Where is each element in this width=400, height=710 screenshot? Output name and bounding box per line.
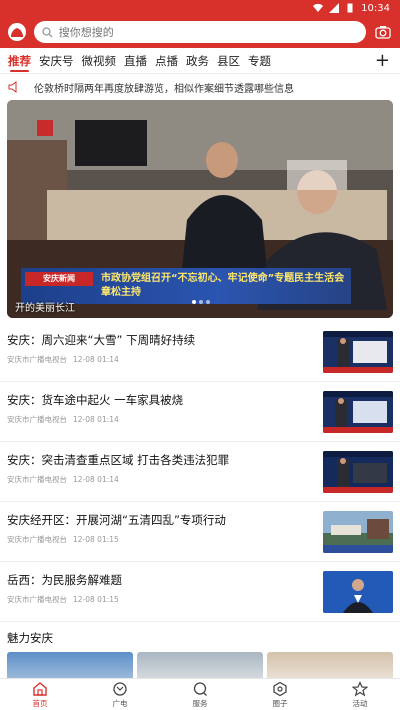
banner-carousel[interactable]: 安庆新闻 市政协党组召开“不忘初心、牢记使命”专题民主生活会 章松主持 开的美丽…: [7, 100, 393, 318]
section-card[interactable]: [267, 652, 393, 678]
speaker-icon: [8, 81, 17, 93]
section-card[interactable]: [137, 652, 263, 678]
news-item[interactable]: 安庆：周六迎来“大雪” 下周晴好持续 安庆市广播电视台 12-08 01:14: [0, 322, 400, 382]
news-ticker[interactable]: 伦敦桥时隔两年再度放肆游览，相似作案细节透露哪些信息: [0, 76, 400, 98]
section-title: 魅力安庆: [7, 631, 53, 645]
bottom-nav: 首页 广电 服务 圈子 活动: [0, 678, 400, 710]
circle-icon: [273, 681, 287, 696]
carousel-indicator: [192, 300, 210, 304]
news-source: 安庆市广播电视台: [7, 595, 67, 604]
nav-service[interactable]: 服务: [160, 679, 240, 710]
news-title: 安庆经开区：开展河湖“五清四乱”专项行动: [7, 513, 226, 527]
news-time: 12-08 01:15: [73, 535, 119, 544]
camera-icon: [375, 26, 391, 39]
news-source: 安庆市广播电视台: [7, 475, 67, 484]
nav-label: 广电: [112, 698, 128, 708]
news-thumbnail: [323, 451, 393, 493]
app-logo: [8, 23, 26, 41]
channel-tabs: 推荐 安庆号 微视频 直播 点播 政务 县区 专题 +: [0, 48, 400, 74]
news-title: 安庆：周六迎来“大雪” 下周晴好持续: [7, 333, 196, 347]
nav-circle[interactable]: 圈子: [240, 679, 320, 710]
service-icon: [193, 681, 207, 696]
nav-label: 服务: [192, 698, 208, 708]
news-source: 安庆市广播电视台: [7, 355, 67, 364]
battery-icon: [347, 3, 353, 13]
tab-counties[interactable]: 县区: [217, 48, 240, 74]
news-thumbnail: [323, 511, 393, 553]
ticker-text: 伦敦桥时隔两年再度放肆游览，相似作案细节透露哪些信息: [34, 83, 294, 95]
news-time: 12-08 01:14: [73, 475, 119, 484]
news-thumbnail: [323, 571, 393, 613]
nav-label: 活动: [352, 698, 368, 708]
star-icon: [352, 680, 368, 697]
news-item[interactable]: 安庆：突击清查重点区域 打击各类违法犯罪 安庆市广播电视台 12-08 01:14: [0, 442, 400, 502]
add-channel-button[interactable]: +: [375, 52, 390, 70]
status-bar: 10:34: [0, 0, 400, 16]
signal-icon: [329, 3, 340, 13]
nav-broadcast[interactable]: 广电: [80, 679, 160, 710]
news-meta: 安庆市广播电视台 12-08 01:15: [7, 594, 125, 605]
tab-micro-video[interactable]: 微视频: [82, 48, 117, 74]
news-title: 安庆：突击清查重点区域 打击各类违法犯罪: [7, 453, 230, 467]
status-time: 10:34: [361, 2, 390, 14]
news-item[interactable]: 岳西：为民服务解难题 安庆市广播电视台 12-08 01:15: [0, 562, 400, 622]
section-cards: [0, 652, 400, 678]
home-icon: [33, 681, 47, 696]
wifi-icon: [313, 3, 324, 13]
section-card[interactable]: [7, 652, 133, 678]
search-input[interactable]: [58, 25, 339, 39]
tab-government[interactable]: 政务: [186, 48, 209, 74]
news-time: 12-08 01:14: [73, 355, 119, 364]
news-time: 12-08 01:15: [73, 595, 119, 604]
tab-recommend[interactable]: 推荐: [8, 48, 31, 74]
tab-live[interactable]: 直播: [124, 48, 147, 74]
banner-tv-tag: 安庆新闻: [25, 272, 93, 286]
carousel-dot: [199, 300, 203, 304]
nav-label: 圈子: [272, 698, 288, 708]
news-list: 安庆：周六迎来“大雪” 下周晴好持续 安庆市广播电视台 12-08 01:14 安…: [0, 322, 400, 622]
news-meta: 安庆市广播电视台 12-08 01:15: [7, 534, 125, 545]
search-icon: [42, 26, 53, 37]
news-title: 岳西：为民服务解难题: [7, 573, 122, 587]
news-source: 安庆市广播电视台: [7, 415, 67, 424]
tab-on-demand[interactable]: 点播: [155, 48, 178, 74]
search-box[interactable]: [33, 21, 367, 43]
carousel-dot: [192, 300, 196, 304]
banner-caption-line2: 章松主持: [101, 287, 141, 298]
banner-bottom-text: 开的美丽长江: [15, 303, 75, 314]
news-title: 安庆：货车途中起火 一车家具被烧: [7, 393, 184, 407]
tab-anqing-hao[interactable]: 安庆号: [39, 48, 74, 74]
carousel-dot: [206, 300, 210, 304]
nav-activity[interactable]: 活动: [320, 679, 400, 710]
header: [0, 16, 400, 48]
news-meta: 安庆市广播电视台 12-08 01:14: [7, 474, 125, 485]
news-meta: 安庆市广播电视台 12-08 01:14: [7, 414, 125, 425]
news-time: 12-08 01:14: [73, 415, 119, 424]
tv-icon: [113, 681, 127, 696]
news-item[interactable]: 安庆：货车途中起火 一车家具被烧 安庆市广播电视台 12-08 01:14: [0, 382, 400, 442]
camera-button[interactable]: [374, 23, 392, 41]
tab-topics[interactable]: 专题: [248, 48, 271, 74]
nav-label: 首页: [32, 698, 48, 708]
news-thumbnail: [323, 391, 393, 433]
news-meta: 安庆市广播电视台 12-08 01:14: [7, 354, 125, 365]
news-source: 安庆市广播电视台: [7, 535, 67, 544]
news-item[interactable]: 安庆经开区：开展河湖“五清四乱”专项行动 安庆市广播电视台 12-08 01:15: [0, 502, 400, 562]
nav-home[interactable]: 首页: [0, 679, 80, 710]
banner-caption-line1: 市政协党组召开“不忘初心、牢记使命”专题民主生活会: [101, 273, 345, 284]
news-thumbnail: [323, 331, 393, 373]
